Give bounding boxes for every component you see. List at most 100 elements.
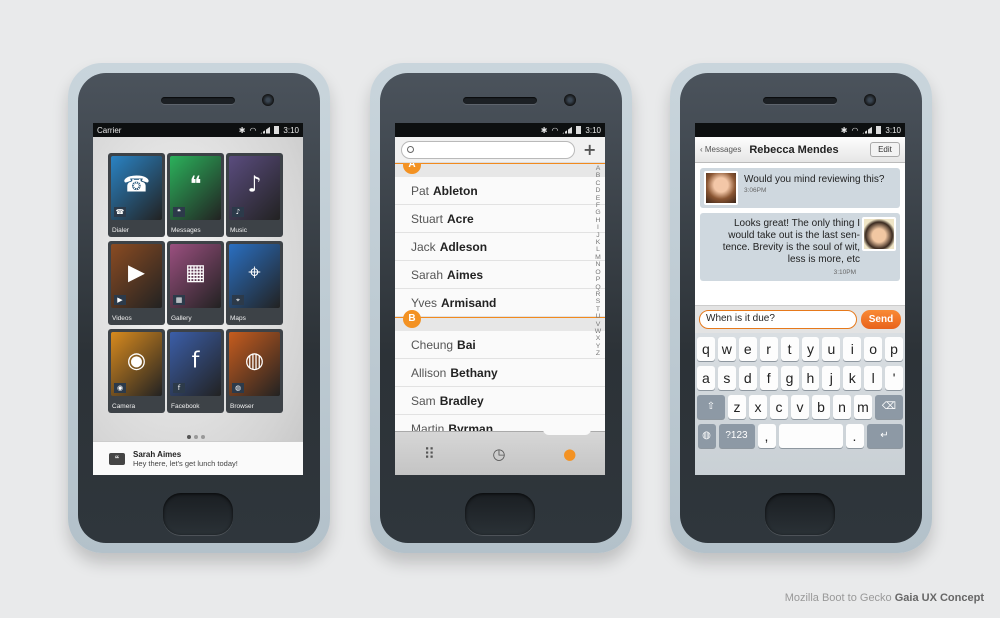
add-contact-icon[interactable]: + <box>583 140 596 159</box>
home-screen: Carrier ✱ ◠ 3:10 ☎ ☎ Dialer ❝ ❝ Messages ♪ ♪ Mus… <box>93 123 303 475</box>
send-button[interactable]: Send <box>861 310 901 329</box>
index-letter[interactable]: M <box>595 254 601 261</box>
key[interactable]: y <box>801 337 820 361</box>
key[interactable]: l <box>864 366 883 390</box>
app-tile-facebook[interactable]: f f Facebook <box>167 329 224 413</box>
key[interactable]: g <box>780 366 799 390</box>
key[interactable]: o <box>864 337 883 361</box>
app-tile-browser[interactable]: ◍ ◍ Browser <box>226 329 283 413</box>
phone-icon: ☎ <box>122 172 151 198</box>
contact-row[interactable]: Cheung Bai <box>395 331 605 359</box>
index-letter[interactable]: L <box>596 246 600 253</box>
home-button[interactable] <box>465 493 535 535</box>
contact-row[interactable]: Sam Bradley <box>395 387 605 415</box>
key[interactable]: i <box>843 337 862 361</box>
index-letter[interactable]: R <box>596 291 601 298</box>
key[interactable]: j <box>822 366 841 390</box>
key[interactable]: h <box>801 366 820 390</box>
index-letter[interactable]: T <box>596 306 600 313</box>
index-letter[interactable]: B <box>596 172 601 179</box>
index-letter[interactable]: U <box>596 313 601 320</box>
index-letter[interactable]: C <box>596 180 601 187</box>
symbols-key[interactable]: ?123 <box>718 424 755 448</box>
app-artwork: ▦ ▦ <box>170 244 221 308</box>
index-letter[interactable]: X <box>596 335 601 342</box>
key[interactable]: p <box>885 337 904 361</box>
key[interactable]: c <box>770 395 788 419</box>
key[interactable]: m <box>854 395 872 419</box>
key[interactable]: k <box>843 366 862 390</box>
home-button[interactable] <box>163 493 233 535</box>
app-tile-maps[interactable]: ⌖ ⌖ Maps <box>226 241 283 325</box>
contact-row[interactable]: Yves Armisand <box>395 289 605 317</box>
index-letter[interactable]: A <box>596 165 601 172</box>
space-key[interactable] <box>778 424 843 448</box>
key[interactable]: v <box>791 395 809 419</box>
keypad-icon[interactable]: ⠿ <box>424 445 435 463</box>
edit-button[interactable]: Edit <box>870 142 900 157</box>
index-letter[interactable]: K <box>596 239 601 246</box>
key[interactable]: z <box>728 395 746 419</box>
key[interactable]: s <box>717 366 736 390</box>
contact-row[interactable]: Stuart Acre <box>395 205 605 233</box>
app-tile-camera[interactable]: ◉ ◉ Camera <box>108 329 165 413</box>
contact-row[interactable]: Allison Bethany <box>395 359 605 387</box>
comma-key[interactable]: , <box>757 424 776 448</box>
index-letter[interactable]: Z <box>596 350 600 357</box>
wifi-icon: ◠ <box>851 125 859 135</box>
index-letter[interactable]: D <box>596 187 601 194</box>
key[interactable]: u <box>822 337 841 361</box>
alphabet-index[interactable]: ABCDEFGHIJKLMNOPQRSTUVWXYZ <box>593 165 603 358</box>
index-letter[interactable]: H <box>596 217 601 224</box>
notification-sender: Sarah Aimes <box>133 449 182 459</box>
contact-row[interactable]: Pat Ableton <box>395 177 605 205</box>
key[interactable]: n <box>833 395 851 419</box>
app-tile-videos[interactable]: ▶ ▶ Videos <box>108 241 165 325</box>
key[interactable]: ' <box>885 366 904 390</box>
contact-first-name: Allison <box>411 365 447 380</box>
key[interactable]: t <box>780 337 799 361</box>
globe-icon[interactable]: ◍ <box>697 424 716 448</box>
index-letter[interactable]: Y <box>596 343 601 350</box>
contact-row[interactable]: Jack Adleson <box>395 233 605 261</box>
contacts-person-icon[interactable]: ● <box>563 445 576 463</box>
index-letter[interactable]: P <box>596 276 601 283</box>
key[interactable]: b <box>812 395 830 419</box>
message-input[interactable]: When is it due? <box>699 310 857 329</box>
backspace-icon[interactable]: ⌫ <box>875 395 903 419</box>
search-input[interactable] <box>401 140 575 159</box>
signal-icon <box>562 126 573 134</box>
index-letter[interactable]: S <box>596 298 601 305</box>
index-letter[interactable]: J <box>596 232 599 239</box>
index-letter[interactable]: N <box>596 261 601 268</box>
index-letter[interactable]: G <box>595 209 600 216</box>
app-tile-music[interactable]: ♪ ♪ Music <box>226 153 283 237</box>
return-icon[interactable]: ↵ <box>866 424 903 448</box>
index-letter[interactable]: F <box>596 202 600 209</box>
app-tile-gallery[interactable]: ▦ ▦ Gallery <box>167 241 224 325</box>
home-button[interactable] <box>765 493 835 535</box>
app-tile-messages[interactable]: ❝ ❝ Messages <box>167 153 224 237</box>
index-letter[interactable]: V <box>596 321 601 328</box>
index-letter[interactable]: W <box>595 328 601 335</box>
contact-last-name: Armisand <box>441 295 497 310</box>
shift-key[interactable]: ⇧ <box>697 395 725 419</box>
key[interactable]: e <box>738 337 757 361</box>
index-letter[interactable]: Q <box>595 284 600 291</box>
back-button[interactable]: ‹ Messages <box>700 145 741 154</box>
key[interactable]: x <box>749 395 767 419</box>
key[interactable]: w <box>717 337 736 361</box>
key[interactable]: d <box>738 366 757 390</box>
index-letter[interactable]: O <box>595 269 600 276</box>
key[interactable]: q <box>696 337 715 361</box>
key[interactable]: a <box>696 366 715 390</box>
key[interactable]: f <box>759 366 778 390</box>
index-letter[interactable]: E <box>596 195 601 202</box>
index-letter[interactable]: I <box>597 224 599 231</box>
notification-banner[interactable]: “ Sarah Aimes Hey there, let's get lunch… <box>93 441 303 475</box>
contact-row[interactable]: Sarah Aimes <box>395 261 605 289</box>
period-key[interactable]: . <box>845 424 864 448</box>
key[interactable]: r <box>759 337 778 361</box>
app-tile-dialer[interactable]: ☎ ☎ Dialer <box>108 153 165 237</box>
recents-clock-icon[interactable]: ◷ <box>492 445 505 463</box>
